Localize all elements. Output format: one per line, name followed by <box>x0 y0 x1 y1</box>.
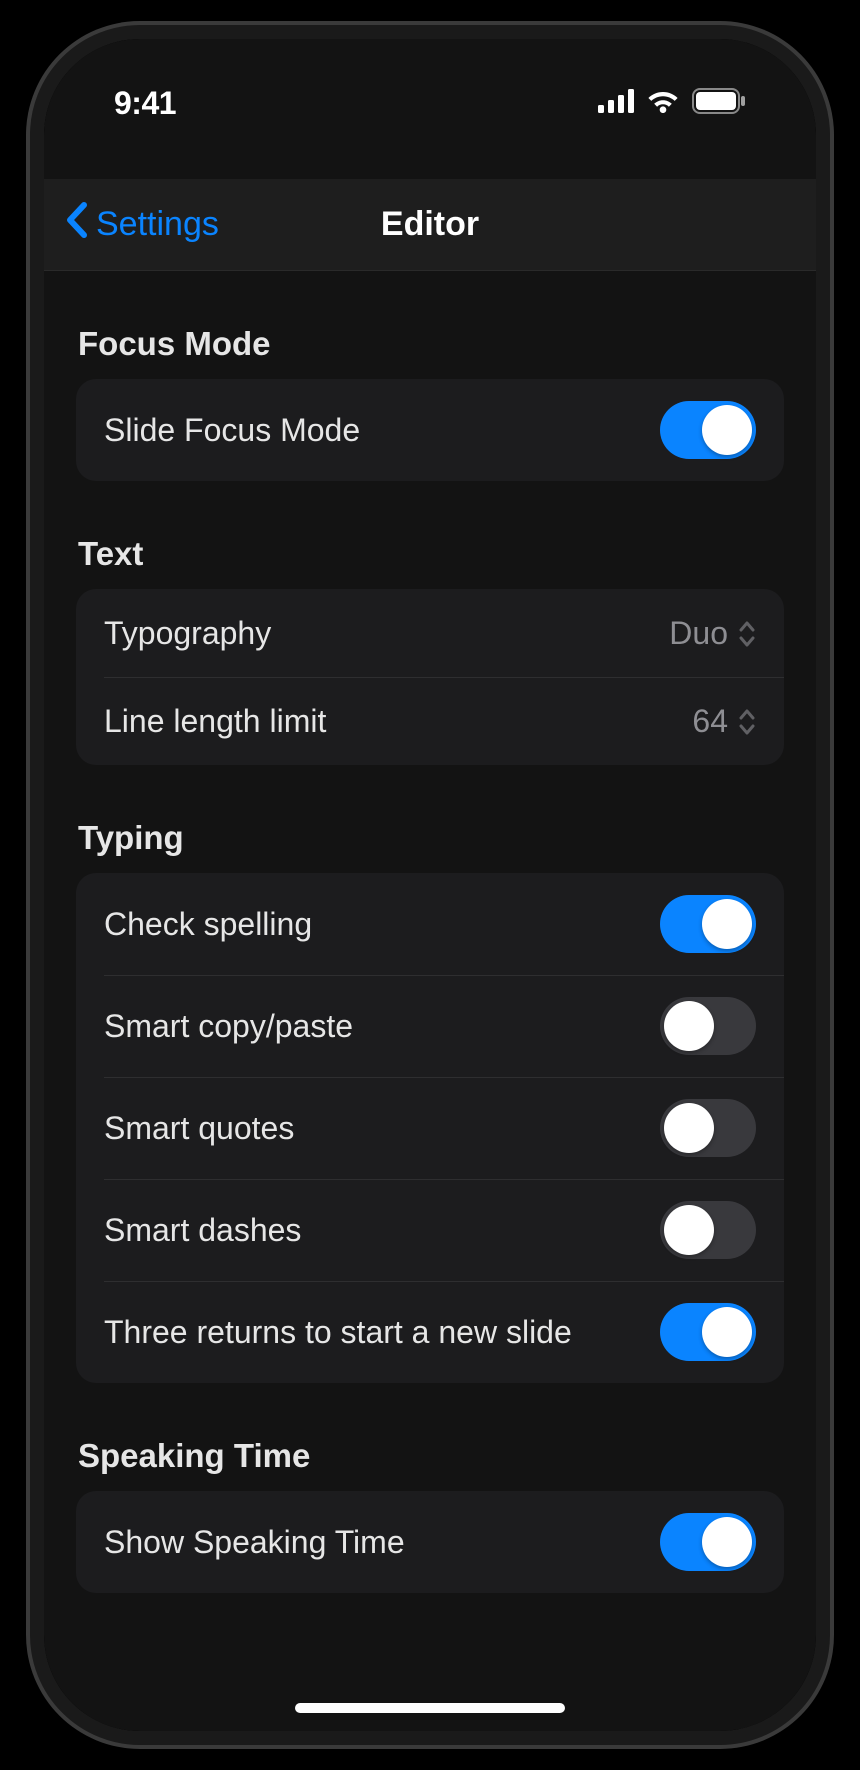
status-icons <box>598 88 746 119</box>
group-speaking: Show Speaking Time <box>76 1491 784 1593</box>
row-smart-copy: Smart copy/paste <box>76 975 784 1077</box>
row-three-returns: Three returns to start a new slide <box>76 1281 784 1383</box>
status-time: 9:41 <box>114 85 176 122</box>
smart-quotes-switch[interactable] <box>660 1099 756 1157</box>
group-text: Typography Duo Line length limit 64 <box>76 589 784 765</box>
group-typing: Check spelling Smart copy/paste Smart qu… <box>76 873 784 1383</box>
row-line-length[interactable]: Line length limit 64 <box>76 677 784 765</box>
typography-value-container: Duo <box>669 615 756 652</box>
row-typography[interactable]: Typography Duo <box>76 589 784 677</box>
check-spelling-switch[interactable] <box>660 895 756 953</box>
slide-focus-label: Slide Focus Mode <box>104 412 360 449</box>
row-check-spelling: Check spelling <box>76 873 784 975</box>
section-header-typing: Typing <box>76 765 784 873</box>
back-label: Settings <box>96 205 219 244</box>
cellular-icon <box>598 89 634 118</box>
line-length-value: 64 <box>692 703 728 740</box>
three-returns-switch[interactable] <box>660 1303 756 1361</box>
group-focus: Slide Focus Mode <box>76 379 784 481</box>
smart-dashes-switch[interactable] <box>660 1201 756 1259</box>
slide-focus-switch[interactable] <box>660 401 756 459</box>
check-spelling-label: Check spelling <box>104 906 312 943</box>
home-indicator[interactable] <box>295 1703 565 1713</box>
battery-icon <box>692 88 746 119</box>
smart-copy-label: Smart copy/paste <box>104 1008 353 1045</box>
show-speaking-label: Show Speaking Time <box>104 1524 405 1561</box>
row-smart-dashes: Smart dashes <box>76 1179 784 1281</box>
typography-value: Duo <box>669 615 728 652</box>
line-length-label: Line length limit <box>104 703 326 740</box>
section-header-text: Text <box>76 481 784 589</box>
content: Focus Mode Slide Focus Mode Text Typogra… <box>44 271 816 1731</box>
navigation-bar: Settings Editor <box>44 179 816 271</box>
row-smart-quotes: Smart quotes <box>76 1077 784 1179</box>
status-bar: 9:41 <box>44 39 816 139</box>
three-returns-label: Three returns to start a new slide <box>104 1314 572 1351</box>
screen: 9:41 Settings Editor <box>44 39 816 1731</box>
smart-quotes-label: Smart quotes <box>104 1110 294 1147</box>
row-show-speaking: Show Speaking Time <box>76 1491 784 1593</box>
back-button[interactable]: Settings <box>64 201 219 248</box>
line-length-value-container: 64 <box>692 703 756 740</box>
smart-dashes-label: Smart dashes <box>104 1212 301 1249</box>
chevron-left-icon <box>64 201 88 248</box>
up-down-icon <box>738 707 756 735</box>
typography-label: Typography <box>104 615 271 652</box>
phone-frame: 9:41 Settings Editor <box>30 25 830 1745</box>
page-title: Editor <box>381 205 479 244</box>
up-down-icon <box>738 619 756 647</box>
section-header-speaking: Speaking Time <box>76 1383 784 1491</box>
wifi-icon <box>646 89 680 118</box>
section-header-focus: Focus Mode <box>76 271 784 379</box>
show-speaking-switch[interactable] <box>660 1513 756 1571</box>
smart-copy-switch[interactable] <box>660 997 756 1055</box>
row-slide-focus: Slide Focus Mode <box>76 379 784 481</box>
